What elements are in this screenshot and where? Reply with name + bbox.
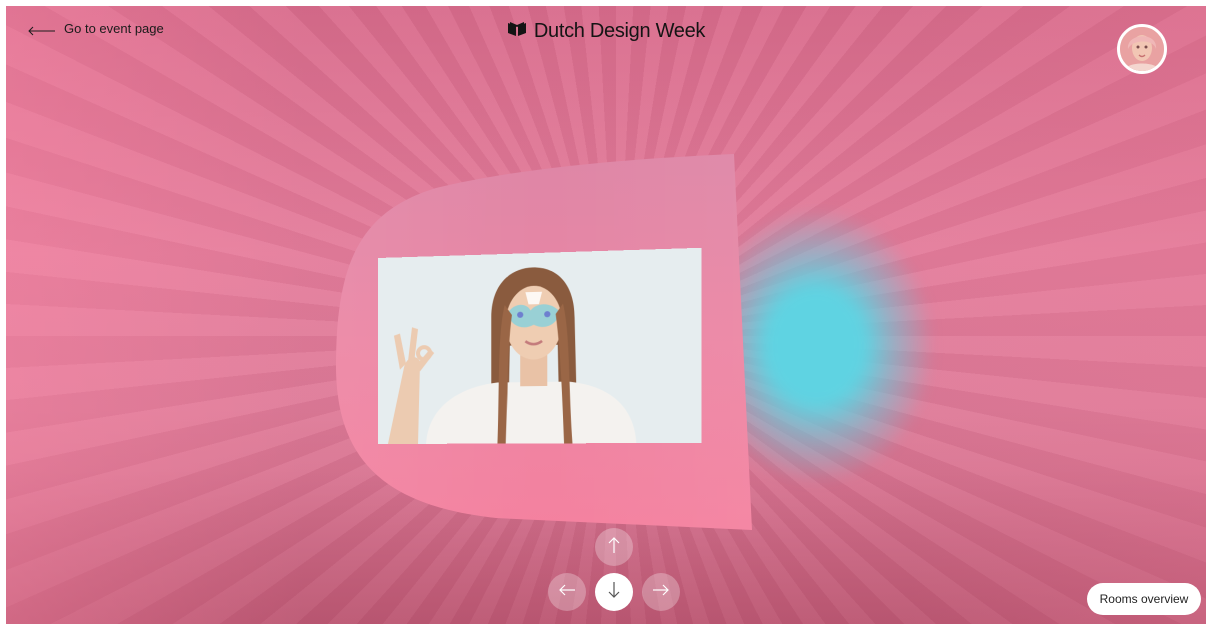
- avatar-portrait-icon: [1120, 27, 1164, 71]
- brand-name: Dutch Design Week: [533, 20, 706, 42]
- video-thumbnail[interactable]: [378, 247, 702, 444]
- ddw-logo-icon: [507, 21, 527, 42]
- arrow-right-icon: [652, 583, 670, 602]
- virtual-room-viewport[interactable]: Go to event page Dutch Design Week Rooms…: [6, 6, 1206, 624]
- model-with-face-paint-image: [378, 247, 702, 444]
- turn-right-button[interactable]: [642, 573, 680, 611]
- arrow-down-icon: [607, 581, 621, 604]
- move-forward-button[interactable]: [595, 528, 633, 566]
- move-back-button[interactable]: [595, 573, 633, 611]
- arrow-left-icon: [558, 583, 576, 602]
- brand-logo: Dutch Design Week: [6, 20, 1206, 43]
- rooms-overview-button[interactable]: Rooms overview: [1087, 583, 1201, 615]
- arrow-up-icon: [607, 536, 621, 559]
- turn-left-button[interactable]: [548, 573, 586, 611]
- user-avatar[interactable]: [1117, 24, 1167, 74]
